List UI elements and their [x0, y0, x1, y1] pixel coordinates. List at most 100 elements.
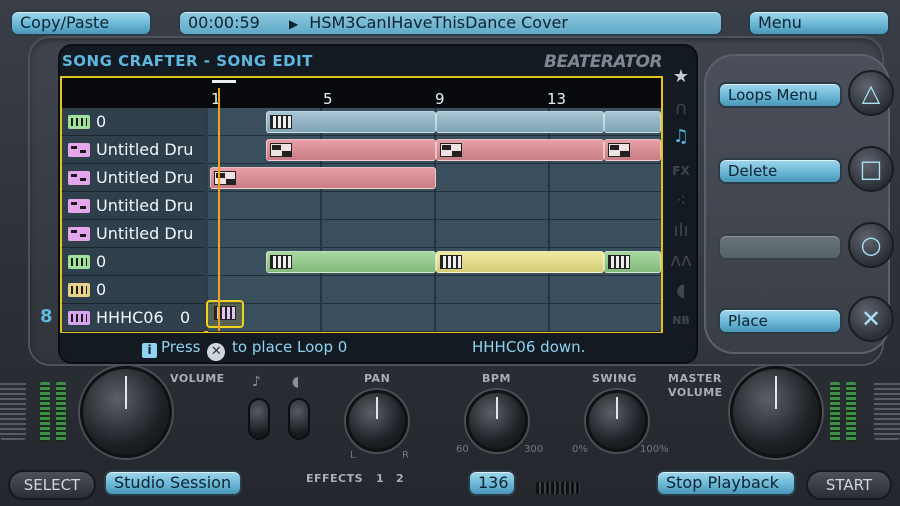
track-lane[interactable] [208, 164, 661, 192]
level-meter-right [830, 382, 840, 442]
nb-icon[interactable]: NB [670, 310, 692, 332]
copy-paste-button[interactable]: Copy/Paste [10, 10, 152, 36]
track-row[interactable]: 0 [62, 276, 661, 304]
track-lane[interactable] [208, 220, 661, 248]
select-button[interactable]: SELECT [8, 470, 96, 500]
master-volume-knob[interactable] [730, 366, 822, 458]
swing-min-label: 0% [572, 444, 588, 455]
pan-right-label: R [402, 450, 409, 461]
ruler-mark: 9 [435, 90, 445, 108]
place-button[interactable]: Place [718, 308, 842, 334]
triangle-button-icon[interactable]: △ [848, 70, 894, 116]
empty-action-button[interactable] [718, 234, 842, 260]
loop-block[interactable] [266, 251, 436, 273]
track-label[interactable]: 0 [62, 108, 204, 136]
swing-label: SWING [592, 372, 637, 385]
circle-button-icon[interactable]: ○ [848, 222, 894, 268]
track-label[interactable]: Untitled Dru [62, 136, 204, 164]
track-row[interactable]: Untitled Dru [62, 136, 661, 164]
cross-button-icon[interactable]: ✕ [848, 296, 894, 342]
track-lane[interactable] [208, 108, 661, 136]
dots-icon[interactable]: ⁖ [670, 190, 692, 212]
bpm-max-label: 300 [524, 444, 544, 455]
track-name: Untitled Dru [96, 140, 194, 159]
screen-title: SONG CRAFTER - SONG EDIT [62, 52, 313, 70]
wave-icon[interactable]: ılı [670, 220, 692, 242]
status-message: HHHC06 down. [472, 338, 586, 356]
fx-icon[interactable]: FX [670, 160, 692, 182]
track-label[interactable]: HHHC06 0 [62, 304, 204, 332]
track-row[interactable]: HHHC06 0 [62, 304, 661, 332]
song-editor[interactable]: 1 5 9 13 0 Untitled Dru Untitled Dru Unt… [60, 76, 663, 333]
loop-block[interactable] [436, 111, 604, 133]
menu-button[interactable]: Menu [748, 10, 890, 36]
track-lane[interactable] [208, 304, 661, 332]
track-lane[interactable] [208, 192, 661, 220]
track-label[interactable]: Untitled Dru [62, 192, 204, 220]
track-row[interactable]: Untitled Dru [62, 220, 661, 248]
playhead[interactable] [218, 88, 220, 331]
track-label[interactable]: 0 [62, 276, 204, 304]
loop-marker [212, 80, 236, 83]
effect-1-toggle[interactable] [248, 398, 270, 440]
loop-block[interactable] [604, 139, 661, 161]
track-row[interactable]: 0 [62, 248, 661, 276]
level-meter-left [56, 382, 66, 442]
track-name: 0 [96, 252, 107, 271]
loop-block[interactable] [604, 251, 661, 273]
drum-loop-icon [440, 143, 462, 157]
headphones-icon[interactable]: ∩ [670, 98, 692, 120]
start-button[interactable]: START [806, 470, 892, 500]
track-name: HHHC06 [96, 308, 164, 327]
track-name: Untitled Dru [96, 196, 194, 215]
master-volume-label: VOLUME [668, 386, 723, 399]
loop-block[interactable] [604, 111, 661, 133]
track-label[interactable]: Untitled Dru [62, 164, 204, 192]
effect-2-toggle[interactable] [288, 398, 310, 440]
timeline-ruler[interactable]: 1 5 9 13 [62, 78, 661, 108]
mute-icon: ♪ [252, 374, 261, 390]
placement-cursor[interactable] [206, 300, 244, 328]
stop-playback-button[interactable]: Stop Playback [656, 470, 796, 496]
loop-block[interactable] [266, 111, 436, 133]
track-row[interactable]: Untitled Dru [62, 164, 661, 192]
track-label[interactable]: 0 [62, 248, 204, 276]
bpm-min-label: 60 [456, 444, 469, 455]
loop-block[interactable] [266, 139, 436, 161]
track-row[interactable]: 0 [62, 108, 661, 136]
track-label[interactable]: Untitled Dru [62, 220, 204, 248]
star-icon[interactable]: ★ [670, 66, 692, 88]
music-note-icon[interactable]: ♫ [670, 126, 692, 148]
mountain-icon[interactable]: ʌʌ [670, 250, 692, 272]
swing-knob[interactable] [586, 390, 648, 452]
track-number: 8 [40, 306, 53, 327]
loop-block[interactable] [436, 251, 604, 273]
hint-text: i Press ✕ to place Loop 0 [142, 338, 347, 361]
play-icon: ▶ [288, 17, 299, 31]
drum-icon [68, 199, 90, 213]
level-meter-right [846, 382, 856, 442]
loops-menu-button[interactable]: Loops Menu [718, 82, 842, 108]
ruler-mark: 13 [547, 90, 567, 108]
speaker-icon[interactable]: ◖ [670, 280, 692, 302]
drum-loop-icon [270, 143, 292, 157]
track-lane[interactable] [208, 248, 661, 276]
pan-knob[interactable] [346, 390, 408, 452]
synth-icon [68, 115, 90, 129]
track-name: 0 [96, 280, 107, 299]
bass-icon [68, 283, 90, 297]
volume-knob[interactable] [80, 366, 172, 458]
delete-button[interactable]: Delete [718, 158, 842, 184]
track-lane[interactable] [208, 136, 661, 164]
track-lane[interactable] [208, 276, 661, 304]
square-button-icon[interactable]: □ [848, 146, 894, 192]
synth-loop-icon [270, 255, 292, 269]
track-row[interactable]: Untitled Dru [62, 192, 661, 220]
bpm-knob[interactable] [466, 390, 528, 452]
effect-2-label: 2 [396, 472, 405, 485]
loop-block[interactable] [210, 167, 436, 189]
bpm-display[interactable]: 136 [468, 470, 516, 496]
bpm-label: BPM [482, 372, 511, 385]
studio-session-button[interactable]: Studio Session [104, 470, 242, 496]
loop-block[interactable] [436, 139, 604, 161]
